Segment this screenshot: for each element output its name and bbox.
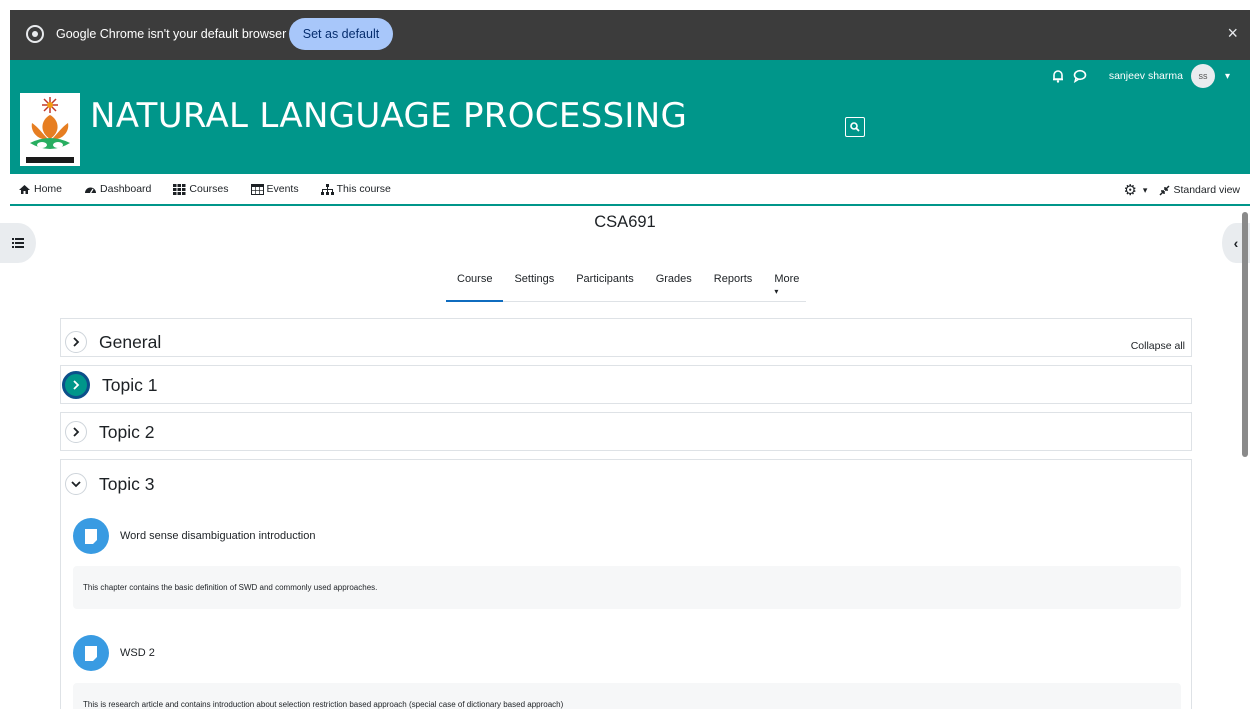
section-header-topic-2: Topic 2 [65,413,154,451]
avatar[interactable]: ss [1190,64,1215,88]
section-topic-1: Topic 1 [60,365,1192,404]
collapse-all-link[interactable]: Collapse all [1131,340,1185,352]
chevron-down-icon[interactable]: ▾ [1143,185,1148,196]
section-title[interactable]: Topic 1 [102,375,157,396]
chevron-right-icon[interactable] [65,331,87,353]
activity-description: This chapter contains the basic definiti… [73,566,1181,609]
nav-home-label: Home [34,183,63,195]
activity-item[interactable]: Word sense disambiguation introduction [73,518,315,554]
chevron-down-icon[interactable] [65,473,87,495]
tab-course[interactable]: Course [446,268,504,302]
section-header-topic-1: Topic 1 [62,366,157,404]
bell-icon[interactable] [1051,69,1065,83]
search-icon [850,122,860,132]
close-icon[interactable]: × [1227,23,1238,44]
nav-this-course[interactable]: This course [320,183,391,195]
nav-dashboard[interactable]: Dashboard [84,183,151,195]
chevron-down-icon[interactable]: ▾ [1225,71,1230,82]
site-title: NATURAL LANGUAGE PROCESSING [90,96,688,136]
user-utility-bar: sanjeev sharma ss ▾ [1051,64,1230,88]
activity-description: This is research article and contains in… [73,683,1181,709]
primary-navigation: Home Dashboard Courses Events This cours… [10,174,1250,206]
page-title: CSA691 [594,213,656,231]
page-scrollbar[interactable] [1242,212,1248,457]
home-icon [19,184,30,194]
tab-grades[interactable]: Grades [645,268,703,302]
chrome-icon [26,25,44,43]
tab-reports[interactable]: Reports [703,268,764,302]
section-header-general: General [65,323,161,361]
nav-events-label: Events [266,183,299,195]
section-header-topic-3: Topic 3 [65,465,154,503]
chrome-default-browser-infobar: Google Chrome isn't your default browser… [10,10,1250,60]
activity-item[interactable]: WSD 2 [73,635,155,671]
section-topic-3: Topic 3 Word sense disambiguation introd… [60,459,1192,709]
tab-settings[interactable]: Settings [503,268,565,302]
course-secondary-navigation: Course Settings Participants Grades Repo… [446,268,806,302]
gear-icon[interactable]: ⚙ [1123,181,1136,199]
infobar-message: Google Chrome isn't your default browser [56,27,287,41]
activity-title[interactable]: WSD 2 [120,647,155,659]
nav-events[interactable]: Events [250,183,299,195]
nav-courses-label: Courses [189,183,229,195]
tab-more-label: More [774,273,800,285]
chat-icon[interactable] [1073,69,1087,83]
set-as-default-button[interactable]: Set as default [289,18,393,50]
chevron-right-icon[interactable] [62,371,90,399]
site-header: sanjeev sharma ss ▾ NATURAL LANGUAGE PRO… [10,60,1250,174]
page-icon [73,518,109,554]
tab-participants[interactable]: Participants [565,268,644,302]
search-button[interactable] [845,117,865,137]
activity-title[interactable]: Word sense disambiguation introduction [120,530,315,542]
dashboard-icon [85,187,97,193]
standard-view-toggle[interactable]: Standard view [1159,184,1240,196]
section-title[interactable]: General [99,332,161,353]
section-general: General Collapse all [60,318,1192,357]
standard-view-label: Standard view [1173,184,1240,196]
nav-this-course-label: This course [336,183,391,195]
chevron-left-icon: ‹ [1233,235,1239,251]
calendar-icon [250,184,264,195]
nav-right-controls: ⚙ ▾ Standard view [1123,181,1240,199]
nav-home[interactable]: Home [18,183,62,195]
compress-icon [1159,184,1170,196]
courses-icon [173,183,186,195]
sitemap-icon [320,183,334,195]
list-icon [12,238,24,248]
user-name[interactable]: sanjeev sharma [1109,70,1183,82]
section-topic-2: Topic 2 [60,412,1192,451]
chevron-down-icon: ▾ [774,287,779,296]
nav-courses[interactable]: Courses [173,183,229,195]
section-title[interactable]: Topic 3 [99,474,154,495]
page-icon [73,635,109,671]
section-title[interactable]: Topic 2 [99,422,154,443]
nav-dashboard-label: Dashboard [100,183,152,195]
university-logo [20,93,80,166]
tab-more[interactable]: More ▾ [763,268,810,302]
chevron-right-icon[interactable] [65,421,87,443]
